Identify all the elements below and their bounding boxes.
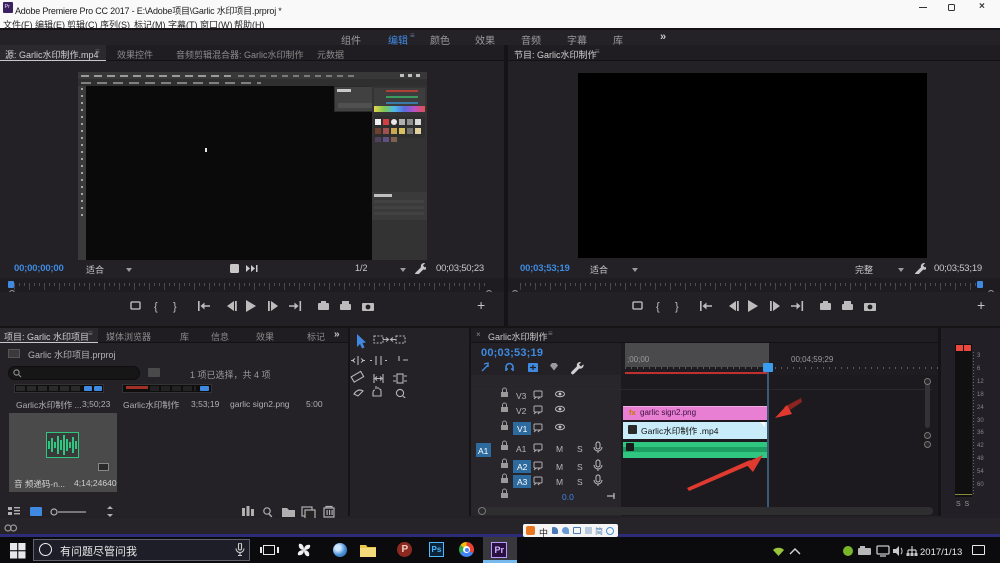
svg-text:{: { (656, 301, 660, 313)
svg-text:}: } (173, 301, 177, 313)
svg-text:{: { (154, 301, 158, 313)
svg-text:}: } (675, 301, 679, 313)
